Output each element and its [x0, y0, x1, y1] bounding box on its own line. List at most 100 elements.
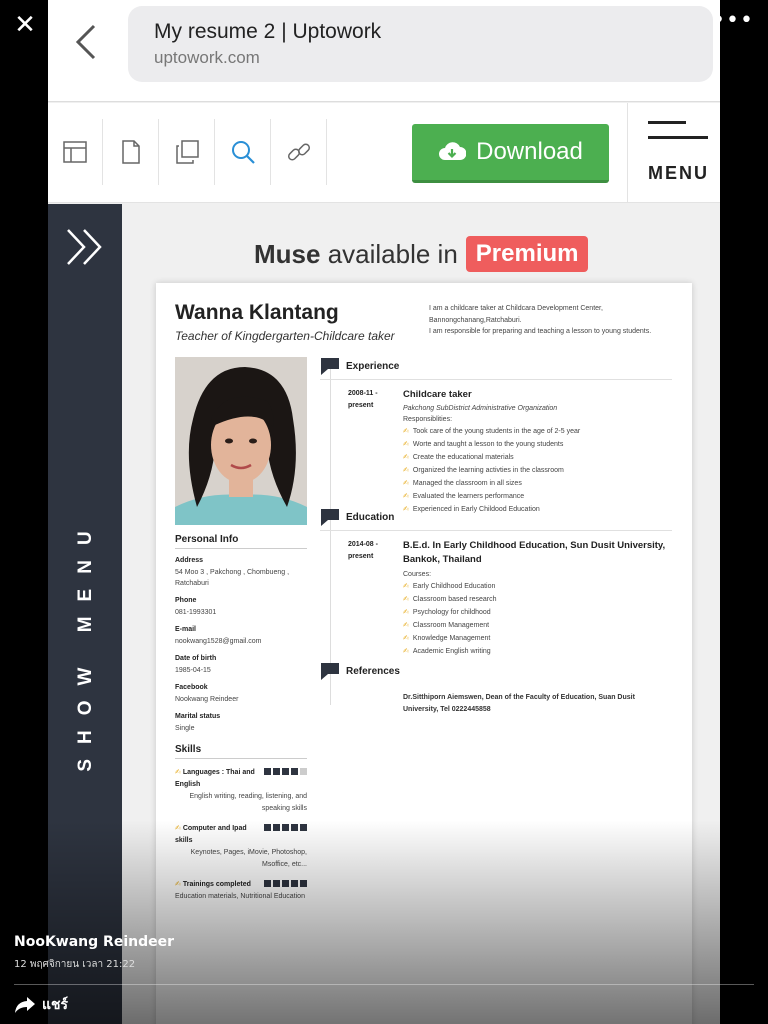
skill-item: ✍ Trainings completed Education material…: [175, 878, 307, 903]
facebook-value: Nookwang Reindeer: [175, 696, 239, 703]
list-item: Evaluated the learners performance: [403, 490, 672, 503]
download-button[interactable]: Download: [412, 124, 609, 183]
caption-divider: [14, 984, 754, 985]
skill-level-square: [282, 824, 289, 831]
skill-level-square: [300, 768, 307, 775]
browser-bar: My resume 2 | Uptowork uptowork.com: [48, 0, 720, 102]
share-label: แชร์: [42, 997, 69, 1013]
phone-value: 081-1993301: [175, 609, 217, 616]
summary-line: I am responsible for preparing and teach…: [429, 328, 652, 335]
education-section: Education 2014-08 - present B.E.d. In Ea…: [320, 508, 672, 658]
date-end: present: [348, 402, 374, 409]
premium-heading: Muse available in Premium: [254, 234, 589, 274]
hand-icon: ✍: [175, 880, 181, 888]
template-name: Muse: [254, 238, 321, 269]
job-title: Childcare taker: [403, 389, 472, 400]
post-timestamp: 12 พฤศจิกายน เวลา 21:22: [14, 959, 136, 970]
skill-level-bar: [264, 824, 307, 831]
entry-body: Childcare taker Pakchong SubDistrict Adm…: [403, 388, 672, 516]
flag-icon: [321, 663, 339, 680]
email-value: nookwang1528@gmail.com: [175, 638, 262, 645]
courses-label: Courses:: [403, 571, 432, 578]
field-label: E-mail: [175, 626, 197, 633]
menu-button[interactable]: MENU: [627, 103, 720, 203]
back-button[interactable]: [72, 22, 102, 62]
summary-line: Bannongchanang,Ratchaburi.: [429, 316, 522, 324]
list-item: Took care of the young students in the a…: [403, 425, 672, 438]
show-menu-label[interactable]: SHOW MENU: [75, 516, 97, 771]
skill-label: Trainings completed: [182, 881, 251, 888]
side-menu[interactable]: SHOW MENU: [48, 204, 122, 1024]
entry-body: B.E.d. In Early Childhood Education, Sun…: [403, 539, 672, 658]
editor-toolbar: Download MENU: [48, 103, 720, 203]
job-organization: Pakchong SubDistrict Administrative Orga…: [403, 405, 558, 412]
portrait-image: [175, 357, 307, 525]
marital-status-value: Single: [175, 725, 195, 732]
skill-label: Languages : Thai and English: [175, 769, 255, 788]
entry-date: 2014-08 - present: [348, 539, 398, 563]
link-icon: [287, 143, 311, 161]
address-value: 54 Moo 3 , Pakchong , Chombueng , Ratcha…: [175, 569, 290, 587]
skill-level-square: [300, 880, 307, 887]
link-button[interactable]: [272, 119, 327, 185]
skill-level-square: [273, 824, 280, 831]
skill-description: Education materials, Nutritional Educati…: [175, 893, 305, 900]
search-button[interactable]: [216, 119, 271, 185]
skill-level-square: [300, 824, 307, 831]
duplicate-button[interactable]: [160, 119, 215, 185]
skill-level-square: [264, 768, 271, 775]
personal-info-section: Personal Info Address 54 Moo 3 , Pakchon…: [175, 534, 307, 903]
field-label: Address: [175, 557, 204, 564]
search-icon: [232, 141, 255, 164]
hamburger-icon: [648, 121, 708, 151]
share-button[interactable]: แชร์: [14, 994, 68, 1016]
skill-name: ✍ Trainings completed: [175, 878, 255, 891]
page-title: My resume 2 | Uptowork: [154, 20, 382, 43]
references-heading: References: [346, 665, 400, 677]
field-label: Phone: [175, 597, 197, 604]
list-item: Academic English writing: [403, 645, 672, 658]
premium-badge[interactable]: Premium: [465, 236, 589, 272]
skill-name: ✍ Computer and Ipad skills: [175, 822, 255, 847]
personal-info-heading: Personal Info: [175, 534, 307, 549]
resume-name: Wanna Klantang: [175, 301, 339, 324]
layout-button[interactable]: [48, 119, 103, 185]
skill-level-square: [291, 824, 298, 831]
list-item: Classroom Management: [403, 619, 672, 632]
responsibilities-label: Responsiblities:: [403, 416, 453, 423]
list-item: Early Childhood Education: [403, 580, 672, 593]
page-button[interactable]: [104, 119, 159, 185]
skill-label: Computer and Ipad skills: [175, 825, 247, 844]
chevron-left-icon: [75, 24, 96, 60]
list-item: Create the educational materials: [403, 451, 672, 464]
list-item: Worte and taught a lesson to the young s…: [403, 438, 672, 451]
page-icon: [122, 140, 140, 164]
field-label: Facebook: [175, 684, 208, 691]
degree-title: B.E.d. In Early Childhood Education, Sun…: [403, 540, 666, 565]
post-author[interactable]: NooKwang Reindeer: [14, 934, 174, 950]
education-entry: 2014-08 - present B.E.d. In Early Childh…: [320, 539, 672, 658]
list-item: Psychology for childhood: [403, 606, 672, 619]
address-bar[interactable]: My resume 2 | Uptowork uptowork.com: [128, 6, 713, 82]
double-chevron-right-icon[interactable]: [64, 226, 106, 268]
skill-level-square: [273, 768, 280, 775]
skill-level-square: [264, 880, 271, 887]
page-host: uptowork.com: [154, 48, 260, 67]
experience-entry: 2008-11 - present Childcare taker Pakcho…: [320, 388, 672, 516]
download-label: Download: [476, 138, 583, 165]
skill-description: English writing, reading, listening, and…: [189, 793, 307, 812]
skill-level-square: [264, 824, 271, 831]
premium-text: available in: [320, 238, 458, 269]
resume-document: Wanna Klantang Teacher of Kingdergarten-…: [156, 283, 692, 1024]
profile-photo: [175, 357, 307, 525]
skill-item: ✍ Languages : Thai and English English w…: [175, 766, 307, 815]
share-icon: [15, 997, 35, 1013]
skills-heading: Skills: [175, 744, 307, 759]
entry-date: 2008-11 - present: [348, 388, 398, 412]
field-label: Marital status: [175, 713, 221, 720]
list-item: Managed the classroom in all sizes: [403, 477, 672, 490]
close-icon[interactable]: ✕: [10, 10, 40, 40]
hand-icon: ✍: [175, 768, 181, 776]
date-end: present: [348, 553, 374, 560]
experience-header: Experience: [320, 357, 672, 380]
